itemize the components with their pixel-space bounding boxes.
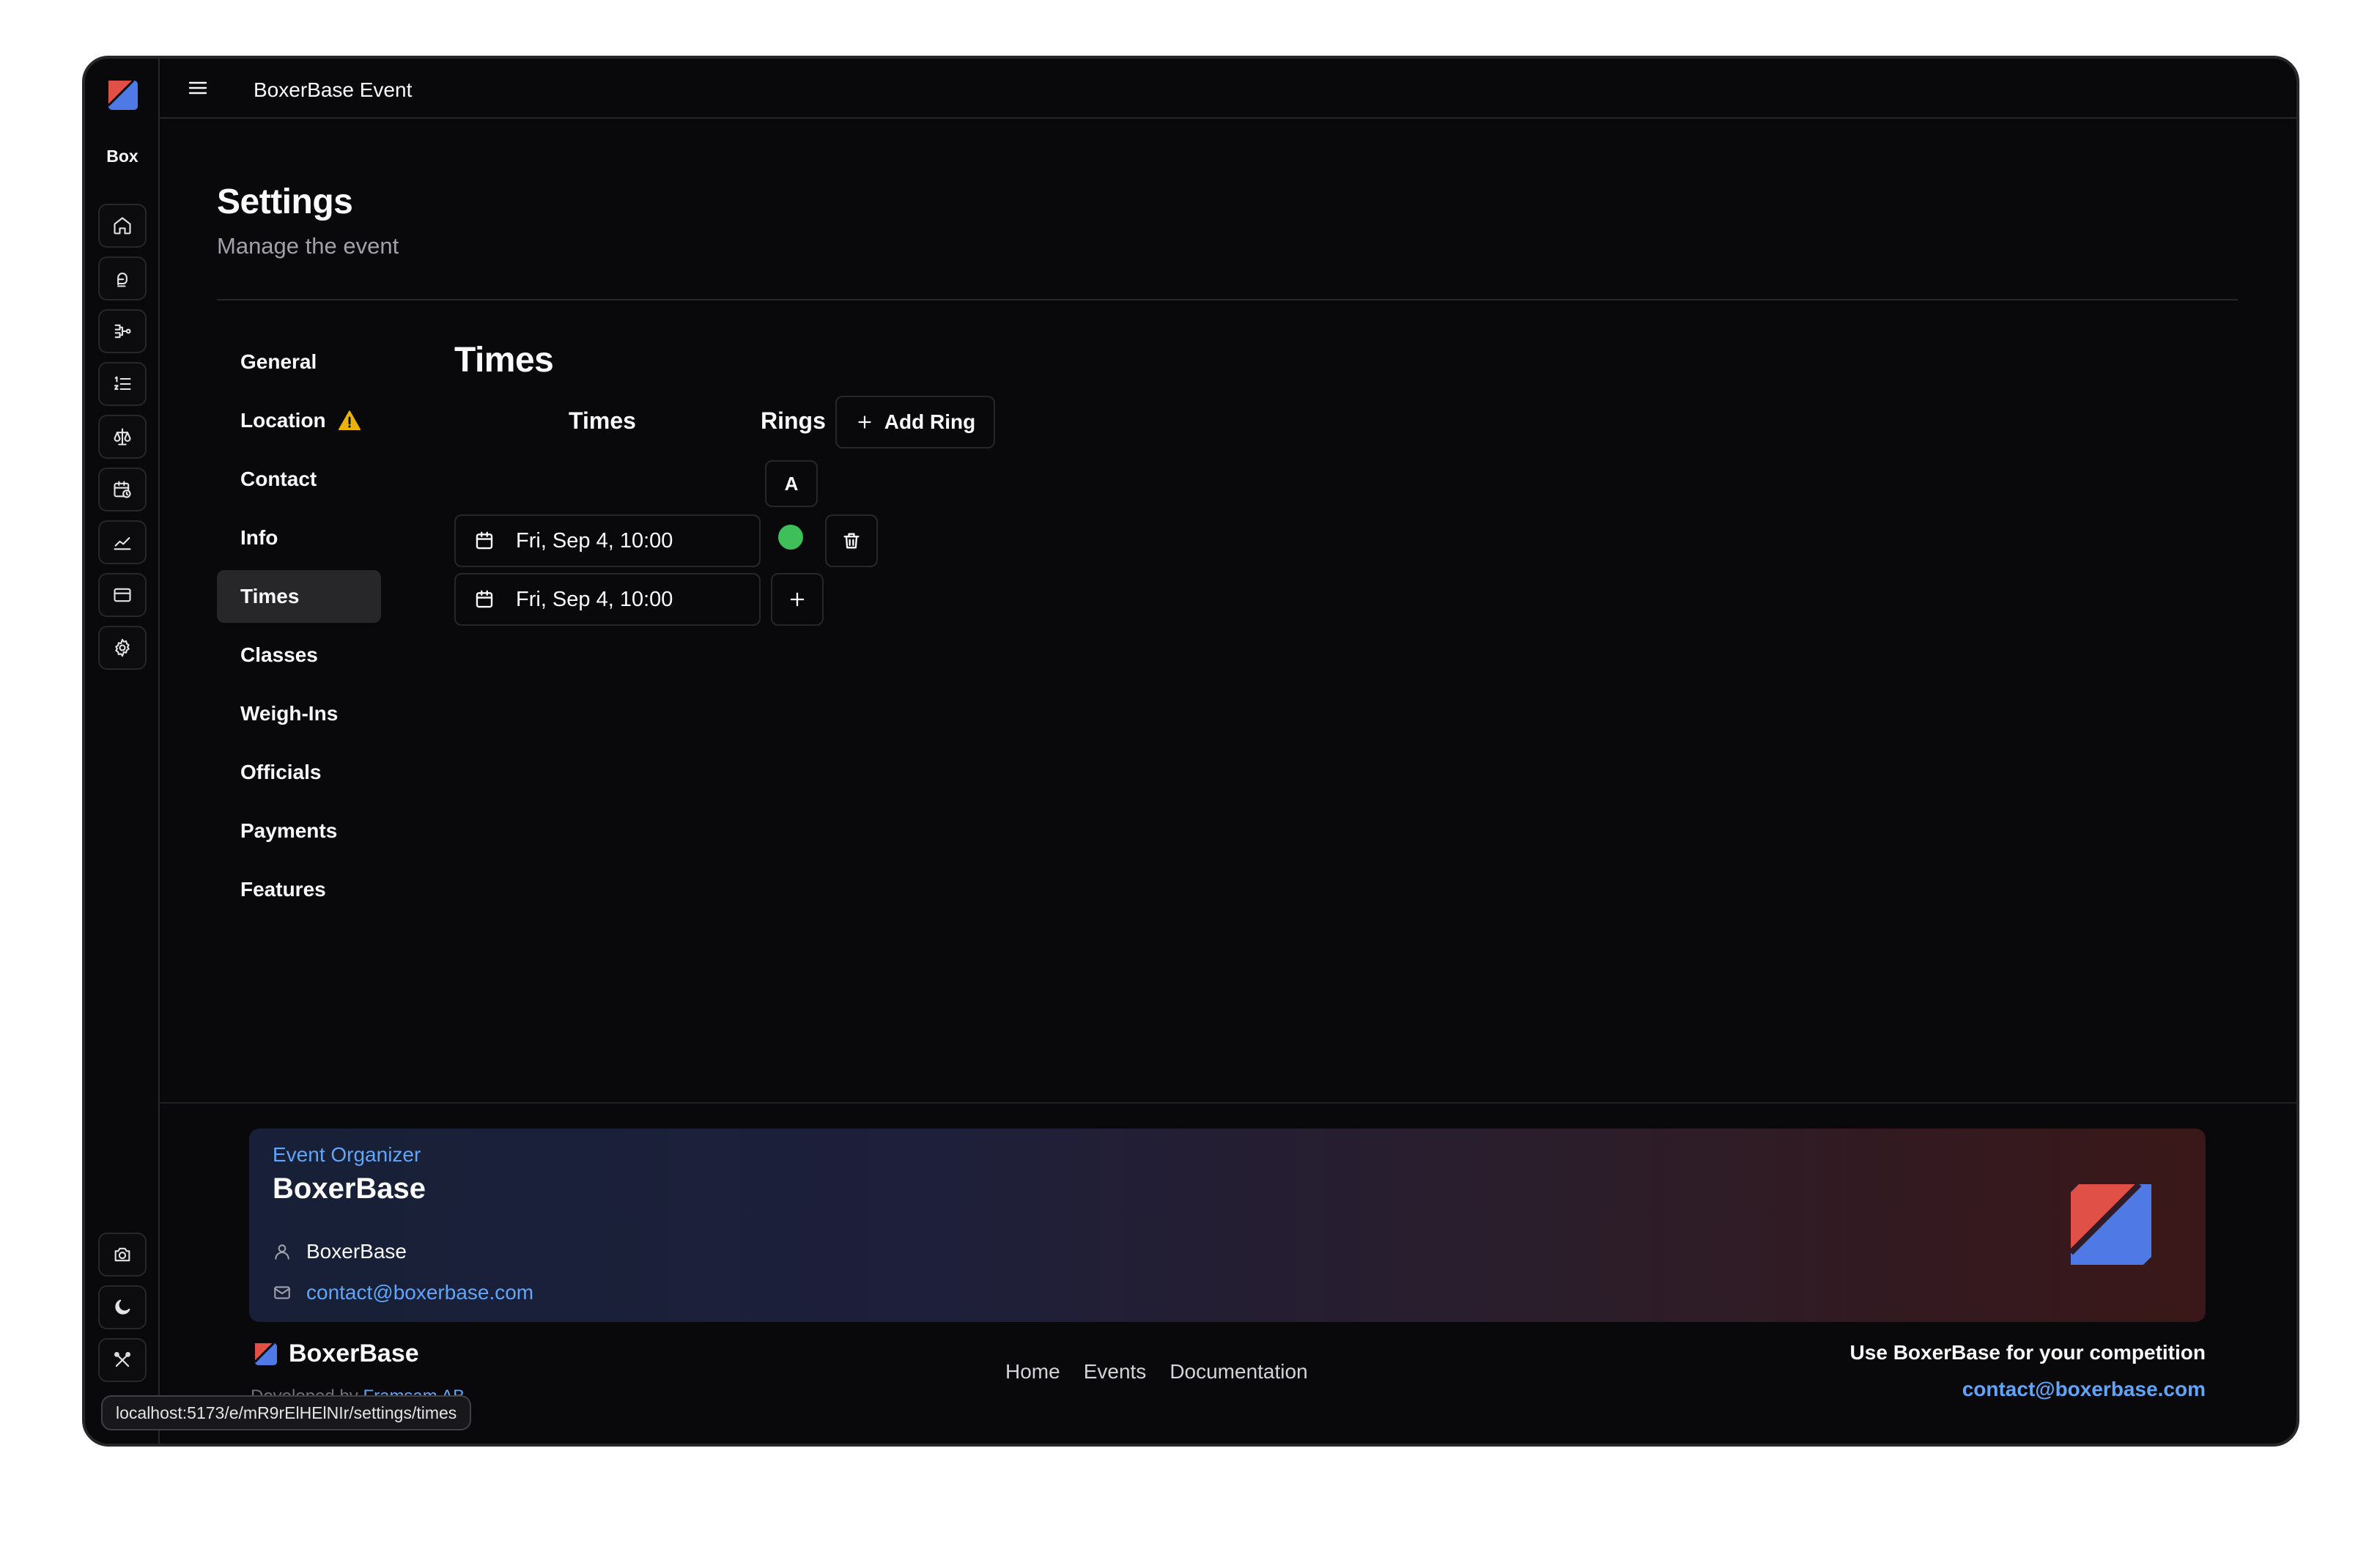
trash-icon <box>843 533 860 549</box>
footer-brand[interactable]: BoxerBase <box>255 1340 419 1368</box>
plus-icon <box>858 415 871 429</box>
organizer-card: Event Organizer BoxerBase BoxerBase cont… <box>249 1129 2206 1322</box>
list-icon <box>114 376 131 391</box>
top-bar: BoxerBase Event <box>160 59 2296 119</box>
nav-label: Contact <box>240 468 317 490</box>
cta-text: Use BoxerBase for your competition <box>1849 1341 2206 1364</box>
camera-icon <box>114 1247 130 1262</box>
footer-link-events[interactable]: Events <box>1084 1360 1147 1384</box>
add-ring-label: Add Ring <box>884 410 976 433</box>
glove-icon <box>117 272 128 287</box>
icon-rail: Box <box>85 59 160 1444</box>
calendar-clock-icon <box>114 481 131 498</box>
scale-icon <box>114 428 131 446</box>
menu-toggle-button[interactable] <box>186 76 210 100</box>
home-icon <box>114 217 131 234</box>
settings-nav-contact[interactable]: Contact <box>217 453 381 506</box>
rail-theme-button[interactable] <box>98 1285 147 1329</box>
time-value: Fri, Sep 4, 10:00 <box>516 587 673 611</box>
page-title: Settings <box>217 182 353 221</box>
ring-header-a[interactable]: A <box>765 460 818 507</box>
rail-payments-button[interactable] <box>98 573 147 617</box>
rail-settings-button[interactable] <box>98 626 147 670</box>
settings-nav-location[interactable]: Location <box>217 394 381 447</box>
card-icon <box>114 588 131 602</box>
organizer-email-link[interactable]: contact@boxerbase.com <box>306 1281 533 1304</box>
rail-tools-button[interactable] <box>98 1338 147 1382</box>
settings-nav-times[interactable]: Times <box>217 570 381 623</box>
rings-column-header: Rings <box>761 407 826 434</box>
settings-nav-weigh-ins[interactable]: Weigh-Ins <box>217 687 381 740</box>
footer-link-documentation[interactable]: Documentation <box>1169 1360 1307 1384</box>
settings-nav-officials[interactable]: Officials <box>217 746 381 799</box>
moon-icon <box>115 1299 130 1315</box>
nav-label: Weigh-Ins <box>240 702 339 725</box>
tools-icon <box>114 1352 130 1367</box>
time-picker-1[interactable]: Fri, Sep 4, 10:00 <box>454 514 761 567</box>
rail-boxers-button[interactable] <box>98 256 147 300</box>
nav-label: Classes <box>240 643 318 666</box>
boxerbase-logo-icon <box>2071 1184 2151 1265</box>
settings-nav-general[interactable]: General <box>217 336 381 388</box>
settings-nav: General Location Contact Info Times Clas… <box>217 336 381 922</box>
boxerbase-logo-icon <box>255 1342 277 1365</box>
times-section-title: Times <box>454 341 554 380</box>
organizer-email[interactable]: contact@boxerbase.com <box>273 1281 533 1304</box>
status-bar-url: localhost:5173/e/mR9rElHElNIr/settings/t… <box>101 1395 472 1430</box>
footer-cta: Use BoxerBase for your competition conta… <box>1850 1341 2206 1401</box>
footer-divider <box>160 1102 2296 1104</box>
nav-label: General <box>240 350 317 373</box>
ring-assignment-toggle[interactable] <box>778 525 803 550</box>
rail-brackets-button[interactable] <box>98 309 147 353</box>
organizer-person-name: BoxerBase <box>306 1240 407 1263</box>
rail-weigh-button[interactable] <box>98 415 147 459</box>
rail-stats-button[interactable] <box>98 520 147 564</box>
settings-nav-payments[interactable]: Payments <box>217 805 381 857</box>
calendar-icon <box>476 531 493 550</box>
rail-camera-button[interactable] <box>98 1233 147 1277</box>
nav-label: Times <box>240 585 300 607</box>
plus-icon <box>790 592 805 607</box>
settings-nav-features[interactable]: Features <box>217 863 381 916</box>
header-divider <box>217 299 2238 300</box>
nav-label: Info <box>240 526 278 549</box>
organizer-name: BoxerBase <box>273 1172 426 1205</box>
nav-label: Payments <box>240 819 338 842</box>
footer-links: Home Events Documentation <box>1005 1360 1308 1384</box>
times-column-header: Times <box>569 407 636 434</box>
footer-link-home[interactable]: Home <box>1005 1360 1060 1384</box>
gear-icon <box>115 638 130 657</box>
organizer-label: Event Organizer <box>273 1143 421 1166</box>
user-icon <box>275 1244 289 1260</box>
browser-window: Box BoxerBase Event Settings Manage the … <box>82 56 2299 1447</box>
rail-schedule-button[interactable] <box>98 468 147 511</box>
chart-icon <box>114 537 131 550</box>
app-title: BoxerBase Event <box>254 78 413 101</box>
add-ring-button[interactable]: Add Ring <box>835 396 995 448</box>
nav-label: Officials <box>240 761 322 783</box>
delete-time-button[interactable] <box>825 514 878 567</box>
rail-list-button[interactable] <box>98 362 147 406</box>
warning-icon <box>338 410 361 430</box>
cta-email-link[interactable]: contact@boxerbase.com <box>1850 1378 2206 1401</box>
calendar-icon <box>476 590 493 608</box>
nav-label: Features <box>240 878 326 901</box>
add-time-button[interactable] <box>771 573 824 626</box>
mail-icon <box>274 1286 290 1299</box>
rail-title: Box <box>106 147 138 166</box>
organizer-person: BoxerBase <box>273 1240 407 1263</box>
settings-nav-info[interactable]: Info <box>217 511 381 564</box>
settings-nav-classes[interactable]: Classes <box>217 629 381 682</box>
bracket-icon <box>114 324 131 339</box>
page-subtitle: Manage the event <box>217 233 399 259</box>
boxerbase-logo-icon[interactable] <box>108 81 138 110</box>
nav-label: Location <box>240 409 326 432</box>
time-value: Fri, Sep 4, 10:00 <box>516 528 673 553</box>
rail-home-button[interactable] <box>98 204 147 248</box>
hamburger-icon <box>188 81 207 95</box>
time-picker-2[interactable]: Fri, Sep 4, 10:00 <box>454 573 761 626</box>
footer-brand-name: BoxerBase <box>289 1340 419 1367</box>
